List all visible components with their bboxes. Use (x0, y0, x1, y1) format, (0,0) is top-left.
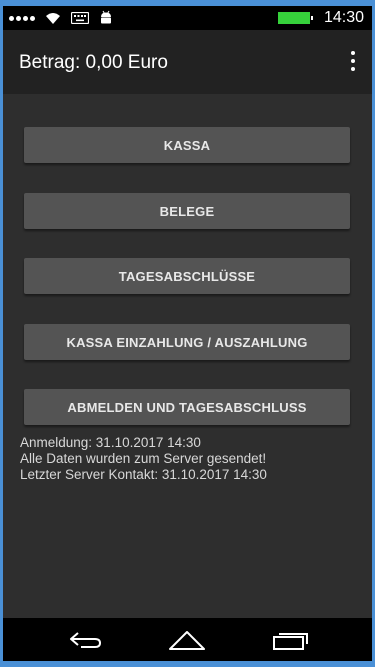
info-panel: Anmeldung: 31.10.2017 14:30 Alle Daten w… (20, 435, 267, 483)
app-bar: Betrag: 0,00 Euro (3, 30, 372, 94)
kassa-einzahlung-auszahlung-button[interactable]: KASSA EINZAHLUNG / AUSZAHLUNG (24, 324, 350, 360)
wifi-icon (46, 13, 60, 24)
navigation-bar (3, 618, 372, 661)
phone-screen: 14:30 Betrag: 0,00 Euro KASSA BELEGE TAG… (3, 6, 372, 661)
abmelden-und-tagesabschluss-button[interactable]: ABMELDEN UND TAGESABSCHLUSS (24, 389, 350, 425)
status-time: 14:30 (323, 9, 364, 26)
sync-status: Alle Daten wurden zum Server gesendet! (20, 451, 267, 466)
home-icon[interactable] (159, 624, 215, 656)
status-bar: 14:30 (3, 6, 372, 30)
kassa-button[interactable]: KASSA (24, 127, 350, 163)
login-info: Anmeldung: 31.10.2017 14:30 (20, 435, 201, 450)
signal-icon (9, 15, 35, 21)
android-icon (101, 10, 111, 24)
keyboard-icon (71, 12, 89, 24)
overflow-menu-icon[interactable] (348, 51, 358, 71)
page-title: Betrag: 0,00 Euro (19, 52, 168, 73)
status-bar-right: 14:30 (277, 8, 364, 28)
status-bar-left (9, 10, 113, 26)
device-frame: 14:30 Betrag: 0,00 Euro KASSA BELEGE TAG… (0, 0, 375, 667)
belege-button[interactable]: BELEGE (24, 193, 350, 229)
last-server-contact: Letzter Server Kontakt: 31.10.2017 14:30 (20, 467, 267, 482)
battery-icon (277, 12, 313, 24)
tagesabschluesse-button[interactable]: TAGESABSCHLÜSSE (24, 258, 350, 294)
recent-apps-icon[interactable] (263, 624, 319, 656)
back-icon[interactable] (57, 624, 113, 656)
